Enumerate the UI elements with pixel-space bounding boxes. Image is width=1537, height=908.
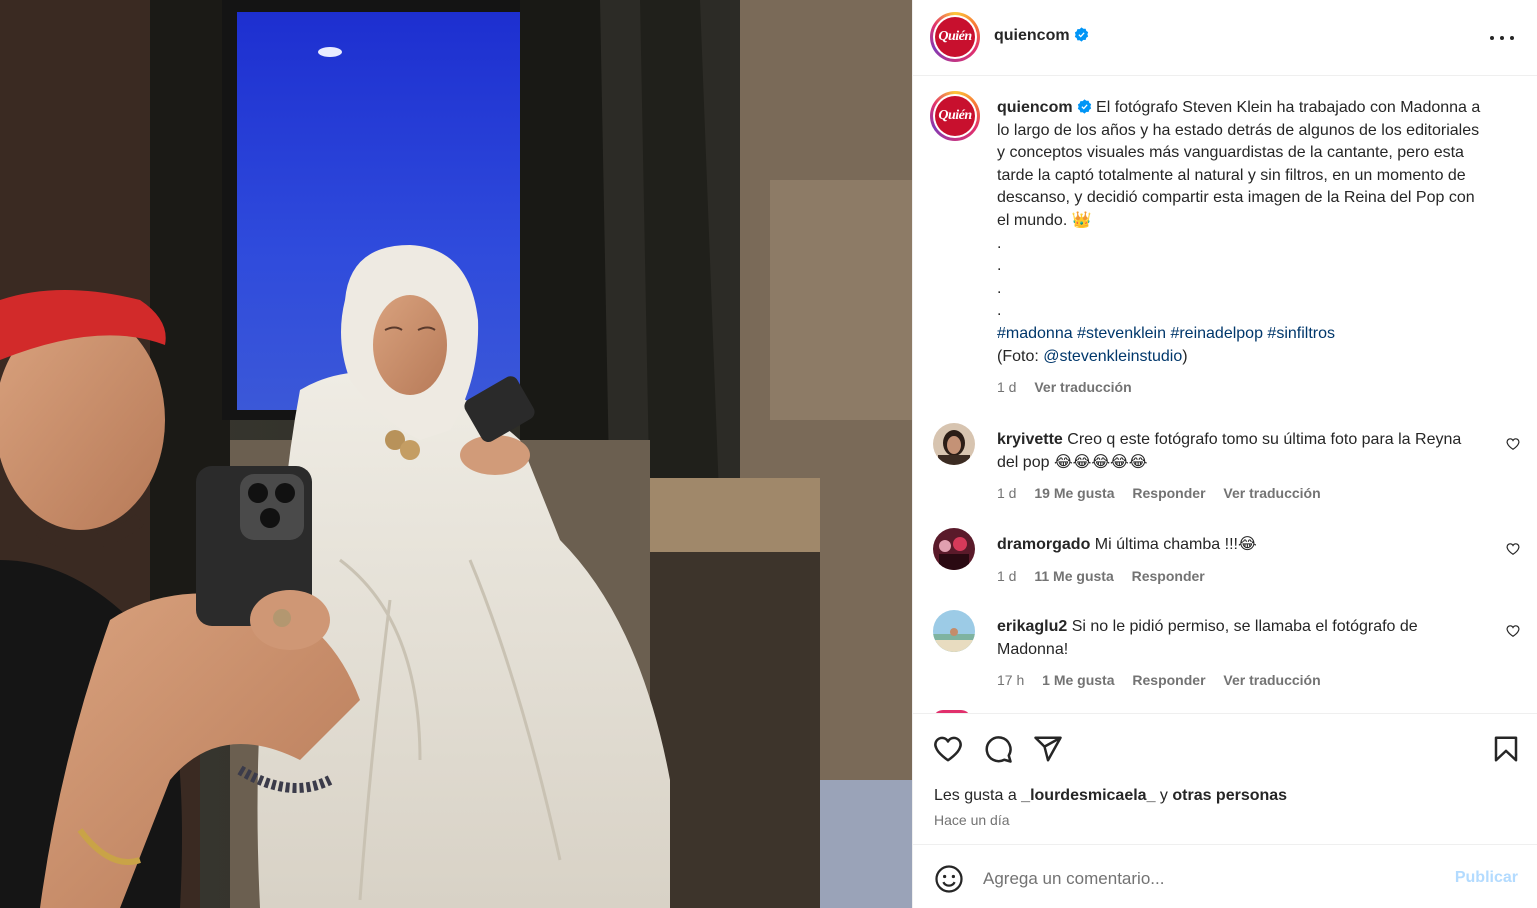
translate-link[interactable]: Ver traducción (1223, 672, 1320, 688)
like-comment-heart-icon[interactable] (1506, 437, 1520, 451)
reply-button[interactable]: Responder (1132, 485, 1205, 501)
publish-button[interactable]: Publicar (1455, 869, 1518, 887)
comment-body: kryivette Creo q este fotógrafo tomo su … (997, 429, 1467, 505)
comment-meta: 17 h 1 Me gusta Responder Ver traducción (997, 669, 1467, 692)
post-photo[interactable] (0, 0, 912, 908)
commenter-avatar[interactable] (933, 610, 975, 652)
comment-body: erikaglu2 Si no le pidió permiso, se lla… (997, 616, 1467, 692)
caption-text: El fotógrafo Steven Klein ha trabajado c… (997, 99, 1481, 229)
comment-icon[interactable] (983, 734, 1013, 764)
brand-logo: Quién (935, 17, 975, 57)
post-header: Quién quiencom (913, 0, 1537, 76)
comment-username[interactable]: dramorgado (997, 536, 1090, 553)
caption-text-block: quiencom El fotógrafo Steven Klein ha tr… (997, 97, 1487, 399)
caption-hashtags[interactable]: #madonna #stevenklein #reinadelpop #sinf… (997, 323, 1487, 346)
comment-username[interactable]: kryivette (997, 431, 1063, 448)
emoji-icon[interactable] (934, 864, 964, 894)
comment-likes[interactable]: 1 Me gusta (1042, 672, 1114, 688)
comment-username[interactable]: erikaglu2 (997, 618, 1067, 635)
caption-author-avatar[interactable]: Quién (930, 91, 980, 141)
post-actions: Les gusta a _lourdesmicaela_ y otras per… (913, 713, 1537, 843)
caption-age: 1 d (997, 379, 1017, 396)
post-timestamp[interactable]: Hace un día (934, 812, 1010, 828)
reply-button[interactable]: Responder (1132, 672, 1205, 688)
commenter-avatar[interactable] (933, 528, 975, 570)
verified-icon (1074, 27, 1088, 42)
caption-dot: . (997, 257, 1002, 275)
share-icon[interactable] (1033, 734, 1063, 764)
comment-meta: 1 d 11 Me gusta Responder (997, 565, 1467, 588)
comment-age: 1 d (997, 485, 1017, 502)
comment-meta: 1 d 19 Me gusta Responder Ver traducción (997, 482, 1467, 505)
comment-likes[interactable]: 19 Me gusta (1034, 485, 1114, 501)
comment-likes[interactable]: 11 Me gusta (1034, 568, 1113, 584)
author-username[interactable]: quiencom (994, 27, 1089, 45)
photo-illustration (0, 0, 912, 908)
post-details-panel: Quién quiencom Quién quiencom El fotógra… (912, 0, 1537, 908)
comment-age: 1 d (997, 567, 1017, 584)
add-comment-bar: Publicar (913, 844, 1537, 908)
commenter-avatar[interactable] (933, 423, 975, 465)
likes-summary: Les gusta a _lourdesmicaela_ y otras per… (934, 787, 1288, 804)
likes-others-link[interactable]: otras personas (1172, 787, 1287, 804)
credit-handle-link[interactable]: @stevenkleinstudio (1043, 348, 1182, 365)
like-comment-heart-icon[interactable] (1506, 542, 1520, 556)
comment-text: Mi última chamba !!!😂 (1094, 536, 1257, 553)
brand-logo: Quién (935, 96, 975, 136)
translate-link[interactable]: Ver traducción (1034, 379, 1131, 395)
heart-icon[interactable] (933, 734, 963, 764)
like-comment-heart-icon[interactable] (1506, 624, 1520, 638)
reply-button[interactable]: Responder (1132, 568, 1205, 584)
caption-username[interactable]: quiencom (997, 99, 1073, 116)
comment-input[interactable] (983, 865, 1433, 893)
photo-credit: (Foto: @stevenkleinstudio) (997, 347, 1188, 365)
comment-age: 17 h (997, 672, 1025, 689)
caption-dot: . (997, 302, 1002, 320)
caption-dot: . (997, 234, 1002, 252)
caption-meta: 1 d Ver traducción (997, 376, 1487, 399)
comments-list[interactable]: Quién quiencom El fotógrafo Steven Klein… (913, 77, 1537, 713)
bookmark-icon[interactable] (1491, 734, 1521, 764)
comment-text: Creo q este fotógrafo tomo su última fot… (997, 431, 1462, 471)
comment-body: dramorgado Mi última chamba !!!😂 1 d 11 … (997, 534, 1467, 587)
author-avatar[interactable]: Quién (930, 12, 980, 62)
caption-dot: . (997, 279, 1002, 297)
more-options-icon[interactable] (1490, 28, 1514, 48)
translate-link[interactable]: Ver traducción (1223, 485, 1320, 501)
verified-icon (1077, 99, 1091, 114)
liker-username[interactable]: _lourdesmicaela_ (1021, 787, 1155, 804)
